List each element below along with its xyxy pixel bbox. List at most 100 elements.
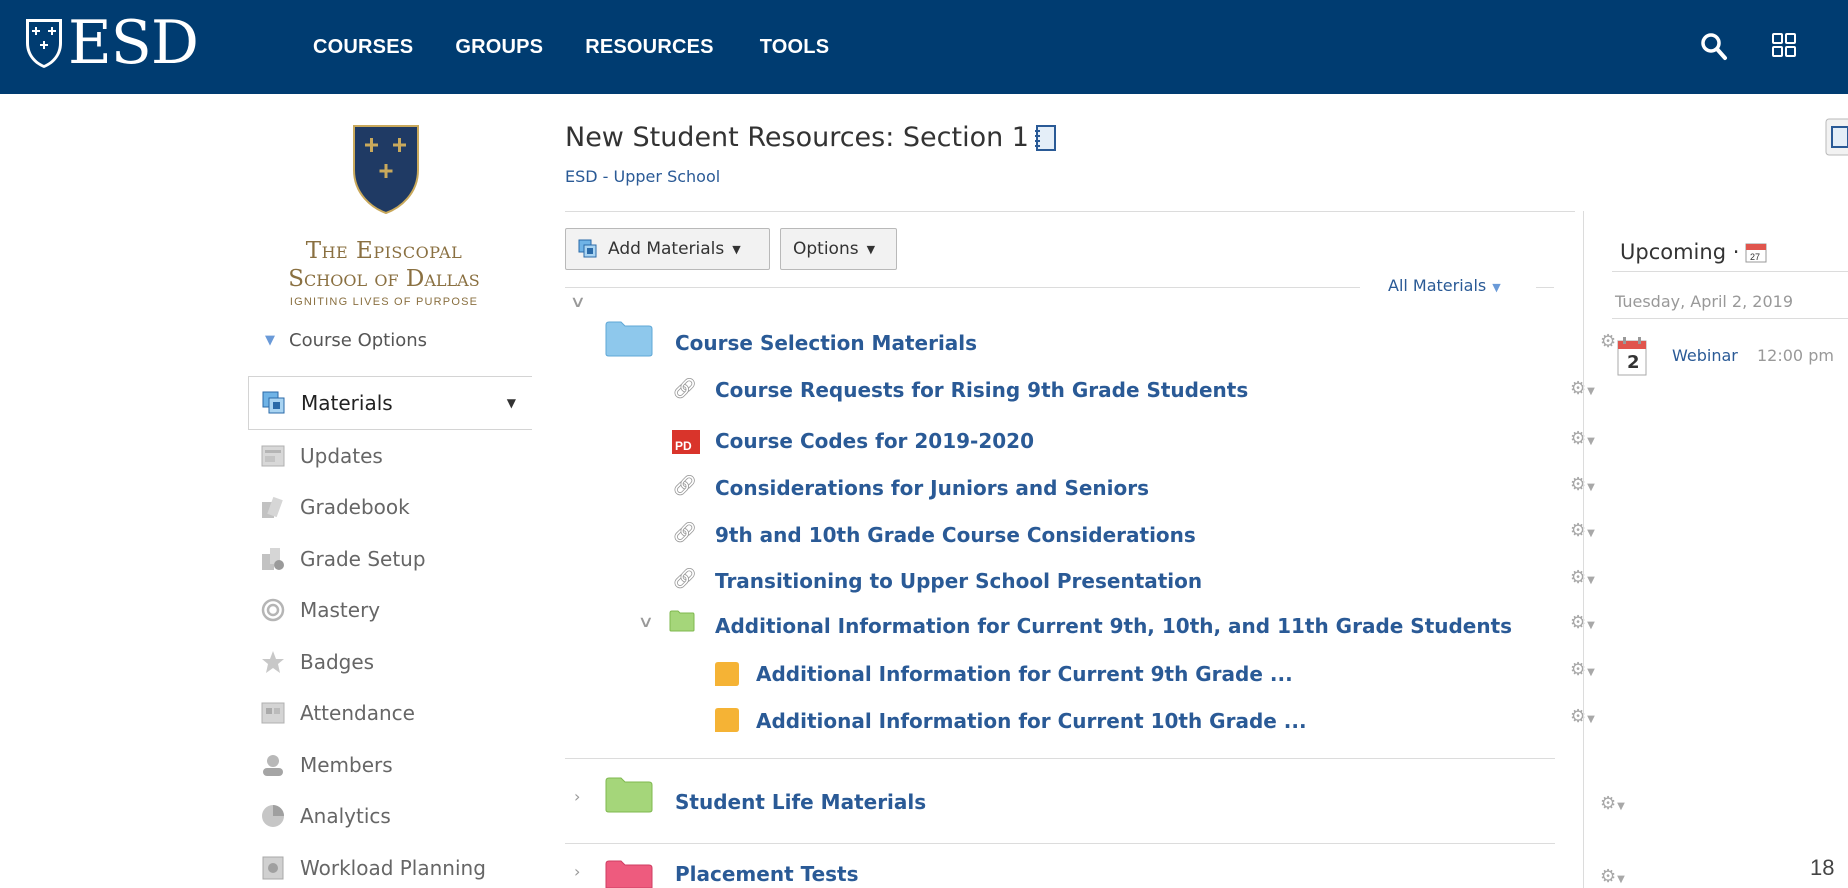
course-sidebar-menu: Materials ▼ Updates Gradebook Grade Setu… — [248, 376, 532, 888]
material-row[interactable]: Considerations for Juniors and Seniors — [715, 476, 1149, 500]
options-label: Options — [793, 239, 859, 259]
document-icon — [715, 662, 739, 686]
attendance-icon — [261, 702, 285, 724]
chevron-down-icon[interactable]: ∨ — [638, 612, 654, 631]
chevron-down-icon[interactable]: ∨ — [570, 292, 586, 311]
sidebar-item-materials[interactable]: Materials ▼ — [248, 376, 532, 430]
document-icon — [715, 708, 739, 732]
gear-icon[interactable]: ⚙▼ — [1600, 866, 1625, 887]
sidebar-item-gradebook[interactable]: Gradebook — [248, 482, 532, 534]
calendar-icon[interactable]: 27 — [1745, 241, 1767, 263]
shield-logo-icon — [26, 19, 62, 68]
divider — [1536, 287, 1554, 288]
sidebar-item-analytics[interactable]: Analytics — [248, 791, 532, 843]
grade-setup-icon — [262, 547, 284, 570]
material-row[interactable]: Additional Information for Current 10th … — [756, 709, 1307, 733]
apps-grid-icon[interactable] — [1771, 32, 1797, 58]
material-row[interactable]: Course Requests for Rising 9th Grade Stu… — [715, 378, 1248, 402]
options-button[interactable]: Options ▼ — [780, 228, 897, 270]
sidebar-item-workload-planning[interactable]: Workload Planning — [248, 842, 532, 888]
notebook-icon[interactable] — [1825, 118, 1848, 156]
material-title[interactable]: Considerations for Juniors and Seniors — [715, 476, 1149, 500]
material-title[interactable]: Additional Information for Current 9th G… — [756, 662, 1293, 686]
chevron-down-icon[interactable]: ▼ — [507, 396, 516, 410]
page-number: 18 — [1810, 855, 1835, 880]
updates-icon — [261, 445, 285, 467]
divider — [565, 758, 1555, 759]
event-title-link[interactable]: Webinar — [1672, 346, 1738, 365]
folder-title[interactable]: Additional Information for Current 9th, … — [715, 614, 1512, 638]
logo-text: ESD — [68, 8, 199, 78]
sidebar-item-label: Workload Planning — [300, 855, 486, 880]
link-icon: 🔗︎ — [672, 566, 698, 590]
sidebar-item-label: Analytics — [300, 804, 391, 829]
folder-row[interactable]: Placement Tests — [675, 862, 859, 886]
sidebar-item-label: Materials — [301, 391, 393, 415]
sidebar-item-label: Members — [300, 752, 393, 777]
sidebar-item-attendance[interactable]: Attendance — [248, 688, 532, 740]
nav-groups[interactable]: GROUPS — [455, 36, 543, 59]
sidebar-item-members[interactable]: Members — [248, 739, 532, 791]
members-icon — [263, 754, 283, 776]
folder-icon — [605, 860, 653, 888]
material-row[interactable]: Course Codes for 2019-2020 — [715, 429, 1034, 453]
divider — [1612, 271, 1848, 272]
course-options-toggle[interactable]: ▼ Course Options — [265, 330, 427, 351]
workload-planning-icon — [262, 856, 284, 880]
badges-icon — [262, 650, 284, 673]
material-row[interactable]: 9th and 10th Grade Course Considerations — [715, 523, 1196, 547]
link-icon: 🔗︎ — [672, 376, 698, 400]
sidebar-item-label: Badges — [300, 649, 375, 674]
sidebar-item-label: Attendance — [300, 701, 415, 726]
material-title[interactable]: Course Requests for Rising 9th Grade Stu… — [715, 378, 1248, 402]
material-title[interactable]: 9th and 10th Grade Course Considerations — [715, 523, 1196, 547]
caret-down-icon: ▼ — [732, 242, 741, 256]
notebook-icon[interactable] — [1033, 124, 1057, 152]
folder-row[interactable]: Course Selection Materials — [675, 331, 977, 355]
sidebar-item-grade-setup[interactable]: Grade Setup — [248, 533, 532, 585]
material-row[interactable]: Additional Information for Current 9th G… — [756, 662, 1293, 686]
course-options-label: Course Options — [289, 330, 428, 351]
gear-icon[interactable]: ⚙▼ — [1600, 793, 1625, 814]
material-title[interactable]: Course Codes for 2019-2020 — [715, 429, 1034, 453]
divider — [565, 211, 1575, 212]
caret-down-icon: ▼ — [265, 333, 275, 348]
event-time: 12:00 pm — [1757, 346, 1834, 365]
folder-title[interactable]: Placement Tests — [675, 862, 859, 886]
folder-row[interactable]: Additional Information for Current 9th, … — [715, 614, 1512, 638]
all-materials-filter[interactable]: All Materials ▼ — [1388, 276, 1501, 295]
folder-row[interactable]: Student Life Materials — [675, 790, 926, 814]
add-materials-label: Add Materials — [608, 239, 725, 259]
sidebar-item-label: Grade Setup — [300, 546, 426, 571]
folder-title[interactable]: Course Selection Materials — [675, 331, 977, 355]
top-nav-bar: ESD COURSES GROUPS RESOURCES TOOLS — [0, 0, 1848, 94]
nav-courses[interactable]: COURSES — [313, 36, 413, 59]
divider — [565, 843, 1555, 844]
add-materials-button[interactable]: Add Materials ▼ — [565, 228, 770, 270]
folder-title[interactable]: Student Life Materials — [675, 790, 926, 814]
chevron-right-icon[interactable]: › — [574, 787, 580, 806]
nav-tools[interactable]: TOOLS — [760, 36, 830, 59]
nav-resources[interactable]: RESOURCES — [585, 36, 714, 59]
sidebar-item-label: Mastery — [300, 598, 381, 623]
folder-icon — [605, 777, 653, 813]
course-section-link[interactable]: ESD - Upper School — [565, 167, 720, 186]
sidebar-item-badges[interactable]: Badges — [248, 636, 532, 688]
search-icon[interactable] — [1700, 32, 1728, 62]
school-shield-icon — [353, 125, 419, 214]
material-row[interactable]: Transitioning to Upper School Presentati… — [715, 569, 1202, 593]
caret-down-icon: ▼ — [1492, 281, 1501, 294]
divider — [1583, 211, 1584, 888]
material-title[interactable]: Additional Information for Current 10th … — [756, 709, 1307, 733]
material-title[interactable]: Transitioning to Upper School Presentati… — [715, 569, 1202, 593]
sidebar-item-updates[interactable]: Updates — [248, 430, 532, 482]
event-day-number: 2 — [1627, 352, 1640, 373]
folder-icon — [669, 610, 695, 632]
divider — [1612, 318, 1848, 319]
upcoming-header: Upcoming · 27 — [1620, 240, 1767, 264]
school-name-line1: The Episcopal — [305, 238, 463, 264]
esd-logo[interactable]: ESD — [24, 8, 199, 78]
svg-text:27: 27 — [1750, 252, 1760, 262]
chevron-right-icon[interactable]: › — [574, 862, 580, 881]
sidebar-item-mastery[interactable]: Mastery — [248, 585, 532, 637]
